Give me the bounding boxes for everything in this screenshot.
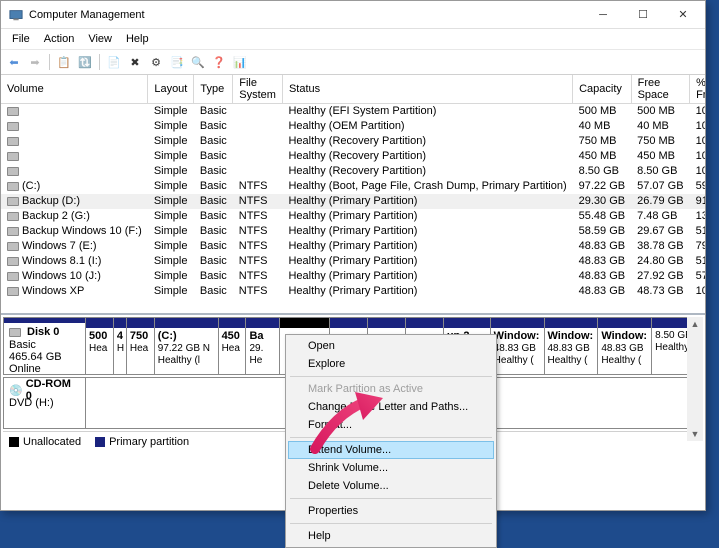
volume-row[interactable]: SimpleBasicHealthy (OEM Partition)40 MB4…	[1, 119, 705, 134]
partition[interactable]: 450Hea	[219, 318, 247, 374]
volume-row[interactable]: Windows XPSimpleBasicNTFSHealthy (Primar…	[1, 284, 705, 299]
close-button[interactable]: ✕	[663, 2, 703, 28]
disk-size: 465.64 GB	[9, 351, 80, 363]
titlebar: Computer Management ─ ☐ ✕	[1, 1, 705, 29]
partition[interactable]: 500Hea	[86, 318, 114, 374]
settings-button[interactable]: ⚙	[147, 53, 165, 71]
ctx-format[interactable]: Format...	[288, 416, 494, 434]
delete-button[interactable]: ✖	[126, 53, 144, 71]
minimize-button[interactable]: ─	[583, 2, 623, 28]
volume-row[interactable]: (C:)SimpleBasicNTFSHealthy (Boot, Page F…	[1, 179, 705, 194]
ctx-extend-volume[interactable]: Extend Volume...	[288, 441, 494, 459]
volume-row[interactable]: SimpleBasicHealthy (Recovery Partition)8…	[1, 164, 705, 179]
volume-row[interactable]: Windows 7 (E:)SimpleBasicNTFSHealthy (Pr…	[1, 239, 705, 254]
legend-primary-swatch	[95, 437, 105, 447]
ctx-open[interactable]: Open	[288, 337, 494, 355]
find-button[interactable]: 🔍	[189, 53, 207, 71]
scroll-down-icon[interactable]: ▼	[689, 427, 702, 441]
volume-list[interactable]: Volume Layout Type File System Status Ca…	[1, 75, 705, 315]
ctx-help[interactable]: Help	[288, 527, 494, 545]
menu-help[interactable]: Help	[119, 31, 156, 47]
menu-file[interactable]: File	[5, 31, 37, 47]
volume-row[interactable]: Windows 10 (J:)SimpleBasicNTFSHealthy (P…	[1, 269, 705, 284]
maximize-button[interactable]: ☐	[623, 2, 663, 28]
partition[interactable]: 750Hea	[127, 318, 155, 374]
list-button[interactable]: 📑	[168, 53, 186, 71]
col-volume[interactable]: Volume	[1, 75, 148, 104]
partition[interactable]: Window:48.83 GBHealthy (	[491, 318, 545, 374]
vertical-scrollbar[interactable]: ▲ ▼	[687, 317, 703, 441]
extra-button[interactable]: 📊	[231, 53, 249, 71]
cdrom-icon: 💿	[9, 384, 23, 397]
properties-button[interactable]: 📄	[105, 53, 123, 71]
ctx-properties[interactable]: Properties	[288, 502, 494, 520]
disk-state: Online	[9, 363, 80, 375]
volume-row[interactable]: SimpleBasicHealthy (EFI System Partition…	[1, 104, 705, 119]
disk-0-header[interactable]: Disk 0 Basic 465.64 GB Online	[4, 318, 86, 374]
toolbar: ⬅ ➡ 📋 🔃 📄 ✖ ⚙ 📑 🔍 ❓ 📊	[1, 49, 705, 75]
col-pct[interactable]: % Free	[690, 75, 705, 104]
partition[interactable]: 4H	[114, 318, 127, 374]
partition[interactable]: Ba29.He	[246, 318, 280, 374]
disk-label: Disk 0	[27, 326, 59, 338]
legend-primary-label: Primary partition	[109, 436, 189, 448]
col-layout[interactable]: Layout	[148, 75, 194, 104]
volume-row[interactable]: Backup Windows 10 (F:)SimpleBasicNTFSHea…	[1, 224, 705, 239]
col-type[interactable]: Type	[194, 75, 233, 104]
window-title: Computer Management	[29, 9, 583, 21]
col-status[interactable]: Status	[282, 75, 572, 104]
back-button[interactable]: ⬅	[5, 53, 23, 71]
ctx-mark-active: Mark Partition as Active	[288, 380, 494, 398]
show-hide-button[interactable]: 📋	[55, 53, 73, 71]
menu-view[interactable]: View	[81, 31, 119, 47]
legend-unallocated-swatch	[9, 437, 19, 447]
help-button[interactable]: ❓	[210, 53, 228, 71]
context-menu: Open Explore Mark Partition as Active Ch…	[285, 334, 497, 548]
col-capacity[interactable]: Capacity	[573, 75, 631, 104]
volume-row[interactable]: Backup 2 (G:)SimpleBasicNTFSHealthy (Pri…	[1, 209, 705, 224]
partition[interactable]: Window:48.83 GBHealthy (	[598, 318, 652, 374]
partition[interactable]: Window:48.83 GBHealthy (	[545, 318, 599, 374]
refresh-button[interactable]: 🔃	[76, 53, 94, 71]
app-icon	[9, 8, 23, 22]
ctx-explore[interactable]: Explore	[288, 355, 494, 373]
disk-icon	[9, 328, 21, 337]
menu-action[interactable]: Action	[37, 31, 82, 47]
volume-row[interactable]: Windows 8.1 (I:)SimpleBasicNTFSHealthy (…	[1, 254, 705, 269]
scroll-up-icon[interactable]: ▲	[689, 317, 702, 331]
legend-unallocated-label: Unallocated	[23, 436, 81, 448]
ctx-shrink-volume[interactable]: Shrink Volume...	[288, 459, 494, 477]
cdrom-header[interactable]: 💿CD-ROM 0 DVD (H:)	[4, 378, 86, 428]
volume-row[interactable]: SimpleBasicHealthy (Recovery Partition)7…	[1, 134, 705, 149]
forward-button[interactable]: ➡	[26, 53, 44, 71]
ctx-change-letter[interactable]: Change Drive Letter and Paths...	[288, 398, 494, 416]
disk-type: Basic	[9, 339, 80, 351]
volume-row[interactable]: Backup (D:)SimpleBasicNTFSHealthy (Prima…	[1, 194, 705, 209]
col-fs[interactable]: File System	[233, 75, 283, 104]
ctx-delete-volume[interactable]: Delete Volume...	[288, 477, 494, 495]
col-free[interactable]: Free Space	[631, 75, 689, 104]
partition[interactable]: (C:)97.22 GB NHealthy (l	[155, 318, 219, 374]
volume-row[interactable]: SimpleBasicHealthy (Recovery Partition)4…	[1, 149, 705, 164]
menubar: File Action View Help	[1, 29, 705, 49]
